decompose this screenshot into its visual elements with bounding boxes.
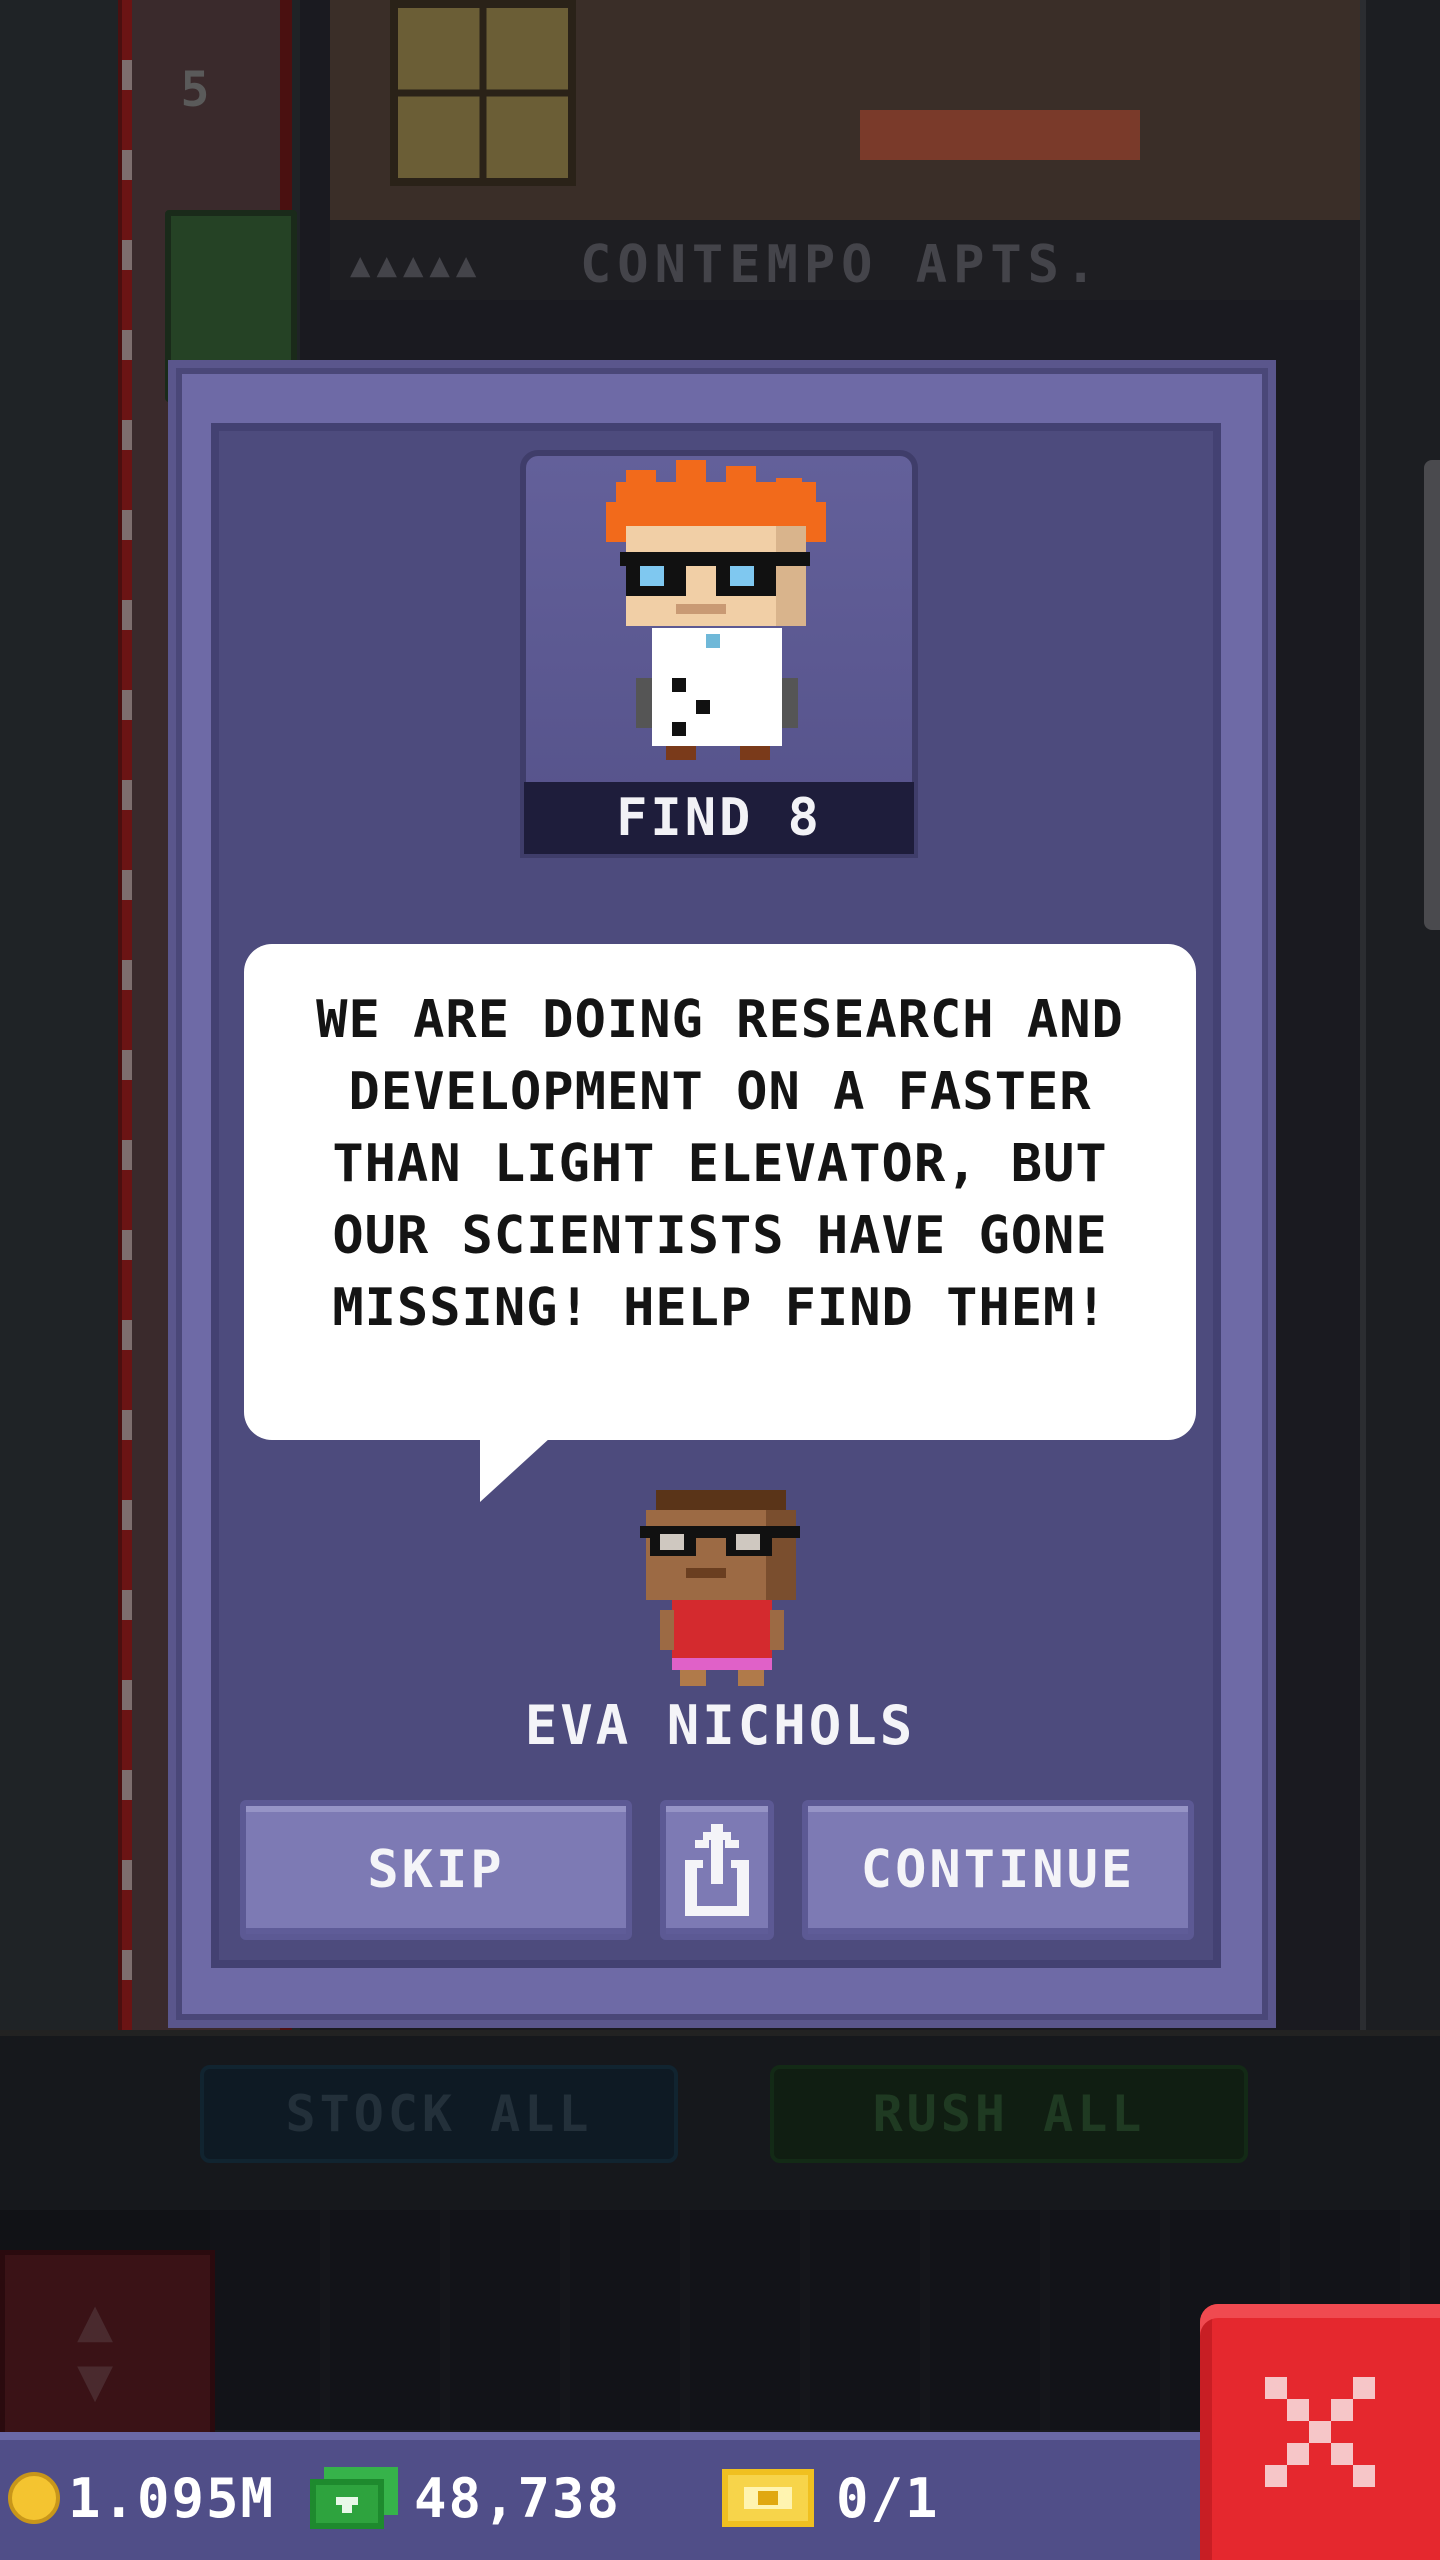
tickets-value: 0/1 — [836, 2466, 940, 2530]
apartment-furniture — [860, 110, 1140, 160]
speech-bubble: WE ARE DOING RESEARCH AND DEVELOPMENT ON… — [244, 944, 1196, 1440]
speaker-name: EVA NICHOLS — [524, 1694, 916, 1757]
coins-value: 1.095M — [68, 2466, 276, 2530]
skip-button-label: SKIP — [367, 1840, 505, 1900]
find-count-label: FIND 8 — [524, 782, 914, 854]
share-icon — [685, 1824, 749, 1916]
floor-number: 5 — [180, 62, 210, 118]
coins-counter: 1.095M — [8, 2463, 275, 2533]
continue-button[interactable]: CONTINUE — [802, 1800, 1194, 1940]
close-button[interactable] — [1200, 2304, 1440, 2560]
close-icon — [1265, 2377, 1375, 2487]
coin-icon — [8, 2472, 60, 2524]
apartment-window — [390, 0, 576, 186]
skip-button[interactable]: SKIP — [240, 1800, 632, 1940]
tower-bux-counter: 48,738 — [310, 2463, 621, 2533]
shaft-stripe — [122, 0, 132, 2030]
occupancy-indicator: ▲▲▲▲▲ — [350, 245, 483, 285]
golden-ticket-icon — [722, 2469, 814, 2527]
stock-all-label: STOCK ALL — [285, 2085, 593, 2143]
golden-ticket-counter: 0/1 — [722, 2463, 940, 2533]
share-button[interactable] — [660, 1800, 774, 1940]
scientist-avatar — [606, 460, 826, 760]
stock-all-button: STOCK ALL — [200, 2065, 678, 2163]
mission-message: WE ARE DOING RESEARCH AND DEVELOPMENT ON… — [316, 990, 1124, 1338]
speech-bubble-tail — [480, 1438, 550, 1502]
continue-button-label: CONTINUE — [860, 1840, 1136, 1900]
rush-all-label: RUSH ALL — [872, 2085, 1146, 2143]
tower-bux-value: 48,738 — [414, 2466, 622, 2530]
right-shaft — [1360, 0, 1440, 2030]
speaker-avatar — [640, 1490, 800, 1686]
elevator-arrows-icon: ▲ ▼ — [76, 2285, 114, 2415]
rush-all-button: RUSH ALL — [770, 2065, 1248, 2163]
tower-bux-icon — [310, 2467, 398, 2529]
side-scroll-handle[interactable] — [1424, 460, 1440, 930]
apartment-label: CONTEMPO APTS. — [580, 235, 1103, 295]
